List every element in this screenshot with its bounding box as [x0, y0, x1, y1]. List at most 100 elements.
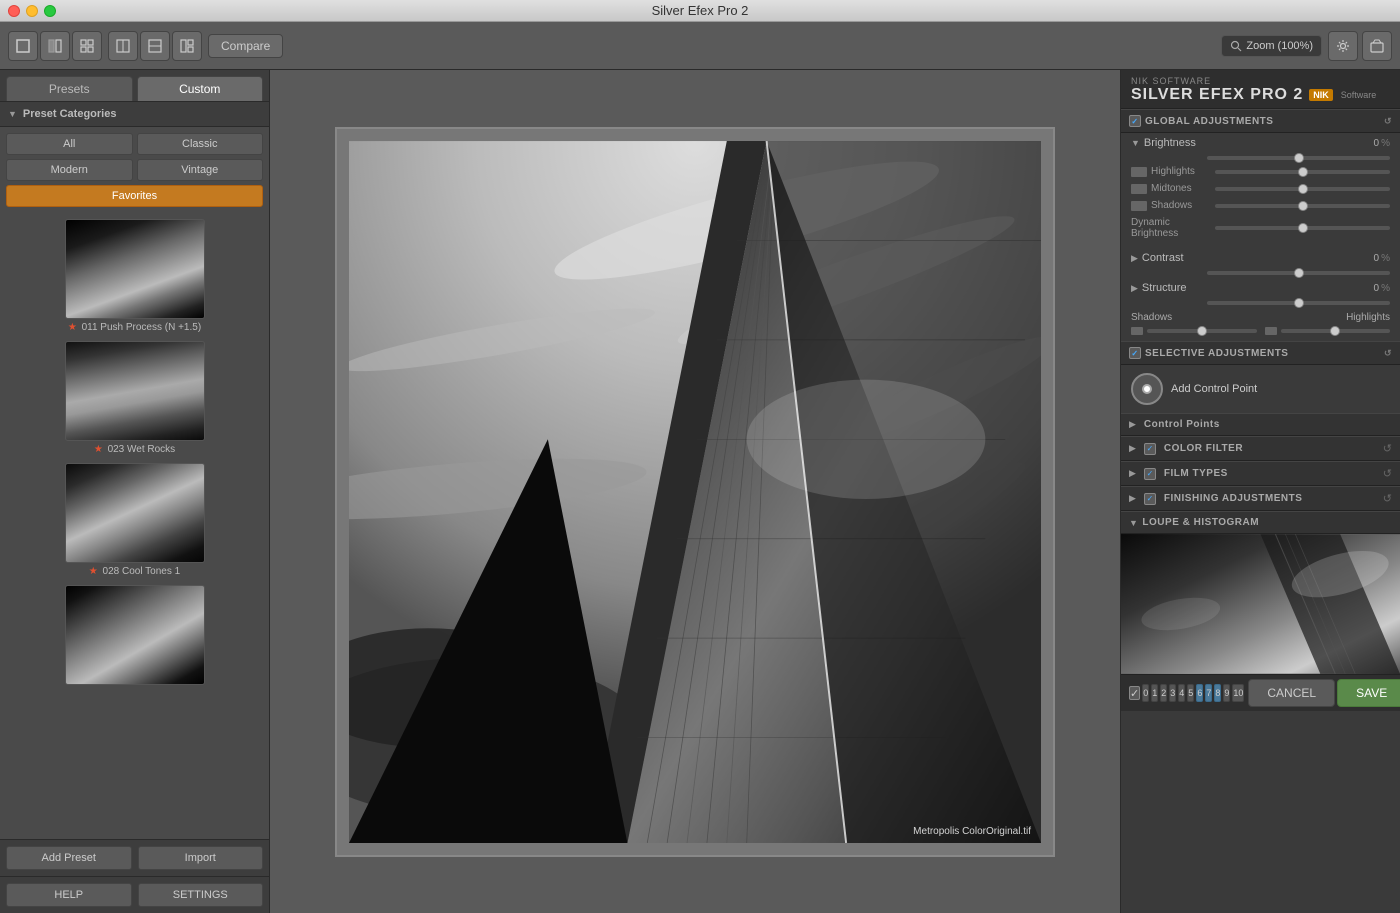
cat-all[interactable]: All [6, 133, 133, 155]
finishing-adjustments-header[interactable]: ▶ ✓ FINISHING ADJUSTMENTS ↺ [1121, 486, 1400, 511]
shadows-label: Shadows [1151, 200, 1211, 211]
num-btn-7[interactable]: 7 [1205, 684, 1212, 702]
dynamic-brightness-slider[interactable] [1215, 226, 1390, 230]
control-point-icon[interactable] [1131, 373, 1163, 405]
custom-tab[interactable]: Custom [137, 76, 264, 101]
num-btn-9[interactable]: 9 [1223, 684, 1230, 702]
loupe-histogram-header[interactable]: ▼ LOUPE & HISTOGRAM [1121, 511, 1400, 534]
dynamic-brightness-sub-row: Dynamic Brightness [1121, 214, 1400, 242]
cat-modern[interactable]: Modern [6, 159, 133, 181]
preset-item-1[interactable]: ★ 011 Push Process (N +1.5) [6, 219, 263, 333]
preset-list: ★ 011 Push Process (N +1.5) ★ 023 Wet Ro… [0, 213, 269, 839]
num-btn-2[interactable]: 2 [1160, 684, 1167, 702]
film-types-check[interactable]: ✓ [1144, 468, 1156, 480]
structure-sub-header: Shadows Highlights [1121, 308, 1400, 325]
cat-classic[interactable]: Classic [137, 133, 264, 155]
preset-categories-header[interactable]: ▼ Preset Categories [0, 102, 269, 127]
num-btn-10[interactable]: 10 [1232, 684, 1244, 702]
layout2-btn[interactable] [140, 31, 170, 61]
finishing-adj-label: FINISHING ADJUSTMENTS [1164, 493, 1302, 504]
zoom-display: Zoom (100%) [1221, 35, 1322, 57]
brightness-slider[interactable] [1207, 156, 1390, 160]
save-button[interactable]: SAVE [1337, 679, 1400, 707]
color-filter-check[interactable]: ✓ [1144, 443, 1156, 455]
film-types-header[interactable]: ▶ ✓ FILM TYPES ↺ [1121, 461, 1400, 486]
single-view-btn[interactable] [8, 31, 38, 61]
cat-favorites[interactable]: Favorites [6, 185, 263, 207]
structure-row[interactable]: ▶ Structure 0 % [1121, 278, 1400, 298]
num-btn-6[interactable]: 6 [1196, 684, 1203, 702]
brand-name: SILVER EFEX PRO 2 [1131, 86, 1303, 104]
settings-button[interactable]: SETTINGS [138, 883, 264, 907]
brightness-pct: % [1381, 138, 1390, 149]
structure-arrow: ▶ [1131, 283, 1138, 294]
film-types-reset[interactable]: ↺ [1383, 467, 1392, 480]
cancel-button[interactable]: CANCEL [1248, 679, 1335, 707]
add-preset-button[interactable]: Add Preset [6, 846, 132, 870]
finishing-adj-reset[interactable]: ↺ [1383, 492, 1392, 505]
selective-adj-check[interactable]: ✓ [1129, 347, 1141, 359]
structure-dual-sliders [1121, 325, 1400, 341]
shadows-sub-row: Shadows [1121, 197, 1400, 214]
import-button[interactable]: Import [138, 846, 264, 870]
presets-tab[interactable]: Presets [6, 76, 133, 101]
settings-icon-btn[interactable] [1328, 31, 1358, 61]
selective-adj-reset[interactable]: ↺ [1384, 348, 1392, 359]
help-button[interactable]: HELP [6, 883, 132, 907]
contrast-row[interactable]: ▶ Contrast 0 % [1121, 248, 1400, 268]
num-btn-1[interactable]: 1 [1151, 684, 1158, 702]
preset-categories-label: Preset Categories [23, 108, 117, 120]
num-btn-4[interactable]: 4 [1178, 684, 1185, 702]
shadows-slider[interactable] [1215, 204, 1390, 208]
num-checkbox[interactable]: ✓ [1129, 686, 1140, 700]
structure-highlights-thumb [1330, 326, 1340, 336]
color-filter-arrow: ▶ [1129, 443, 1136, 454]
num-btn-5[interactable]: 5 [1187, 684, 1194, 702]
preset-label-2: ★ 023 Wet Rocks [94, 444, 175, 455]
midtones-slider[interactable] [1215, 187, 1390, 191]
finishing-adj-check[interactable]: ✓ [1144, 493, 1156, 505]
compare-button[interactable]: Compare [208, 34, 283, 58]
brightness-row: ▼ Brightness 0 % [1121, 133, 1400, 153]
global-adjustments-header[interactable]: ✓ GLOBAL ADJUSTMENTS ↺ [1121, 109, 1400, 133]
preset-thumb-4 [65, 585, 205, 685]
preset-item-2[interactable]: ★ 023 Wet Rocks [6, 341, 263, 455]
layout1-btn[interactable] [108, 31, 138, 61]
color-filter-header[interactable]: ▶ ✓ COLOR FILTER ↺ [1121, 436, 1400, 461]
preset-label-1: ★ 011 Push Process (N +1.5) [68, 322, 201, 333]
color-filter-reset[interactable]: ↺ [1383, 442, 1392, 455]
num-btn-8[interactable]: 8 [1214, 684, 1221, 702]
brightness-value: 0 [1374, 138, 1380, 149]
global-adj-reset[interactable]: ↺ [1384, 116, 1392, 127]
selective-adjustments-header[interactable]: ✓ SELECTIVE ADJUSTMENTS ↺ [1121, 341, 1400, 365]
midtones-icon [1131, 184, 1147, 194]
preset-item-4[interactable] [6, 585, 263, 688]
brand-company: Software [1341, 90, 1377, 100]
left-tab-bar: Presets Custom [0, 70, 269, 102]
control-points-header[interactable]: ▶ Control Points [1121, 413, 1400, 436]
close-button[interactable] [8, 5, 20, 17]
structure-shadows-slider[interactable] [1147, 329, 1257, 333]
minimize-button[interactable] [26, 5, 38, 17]
num-btn-3[interactable]: 3 [1169, 684, 1176, 702]
contrast-slider[interactable] [1207, 271, 1390, 275]
layout3-btn[interactable] [172, 31, 202, 61]
highlights-icon [1131, 167, 1147, 177]
highlights-slider[interactable] [1215, 170, 1390, 174]
structure-slider[interactable] [1207, 301, 1390, 305]
structure-highlights-slider[interactable] [1281, 329, 1391, 333]
contrast-arrow: ▶ [1131, 253, 1138, 264]
selective-adj-label: SELECTIVE ADJUSTMENTS [1145, 348, 1288, 359]
preset-item-3[interactable]: ★ 028 Cool Tones 1 [6, 463, 263, 577]
split-view-btn[interactable] [40, 31, 70, 61]
cat-vintage[interactable]: Vintage [137, 159, 264, 181]
structure-value: 0 [1374, 283, 1380, 294]
preset-thumb-2 [65, 341, 205, 441]
toolbar-right-icons [1328, 31, 1392, 61]
export-icon-btn[interactable] [1362, 31, 1392, 61]
num-btn-0[interactable]: 0 [1142, 684, 1149, 702]
structure-thumb [1294, 298, 1304, 308]
maximize-button[interactable] [44, 5, 56, 17]
global-adj-check[interactable]: ✓ [1129, 115, 1141, 127]
dual-view-btn[interactable] [72, 31, 102, 61]
